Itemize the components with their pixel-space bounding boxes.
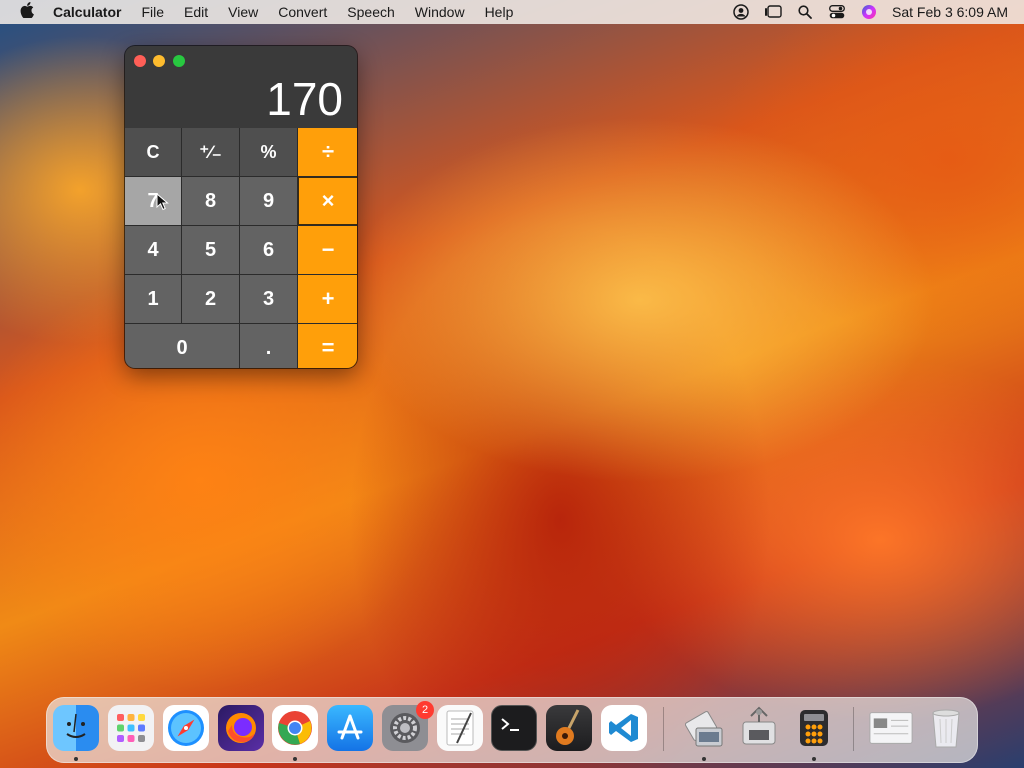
chrome-icon[interactable] <box>272 705 318 751</box>
menu-speech[interactable]: Speech <box>347 4 394 20</box>
digit-7-button[interactable]: 7 <box>125 177 181 225</box>
menu-edit[interactable]: Edit <box>184 4 208 20</box>
clear-button[interactable]: C <box>125 128 181 176</box>
decimal-button[interactable]: . <box>240 324 297 368</box>
firefox-icon[interactable] <box>218 705 264 751</box>
vscode-icon[interactable] <box>601 705 647 751</box>
digit-9-button[interactable]: 9 <box>240 177 297 225</box>
migration-assistant-icon[interactable] <box>681 705 727 751</box>
finder-running-indicator <box>74 757 78 761</box>
menu-clock[interactable]: Sat Feb 3 6:09 AM <box>892 4 1008 20</box>
chrome-running-indicator <box>293 757 297 761</box>
mouse-cursor-icon <box>156 193 169 211</box>
digit-0-button[interactable]: 0 <box>125 324 239 368</box>
migration-assistant-running-indicator <box>702 757 706 761</box>
calculator-running-indicator <box>812 757 816 761</box>
launchpad-icon[interactable] <box>108 705 154 751</box>
dock-separator <box>663 707 664 751</box>
trash-icon[interactable] <box>923 705 969 751</box>
percent-button[interactable]: % <box>240 128 297 176</box>
digit-5-button[interactable]: 5 <box>182 226 239 274</box>
menu-file[interactable]: File <box>141 4 164 20</box>
menu-window[interactable]: Window <box>415 4 465 20</box>
digit-4-button[interactable]: 4 <box>125 226 181 274</box>
textedit-icon[interactable] <box>437 705 483 751</box>
minimize-button[interactable] <box>153 55 165 67</box>
dock-separator <box>853 707 854 751</box>
terminal-icon[interactable] <box>491 705 537 751</box>
apple-menu-icon[interactable] <box>16 2 38 22</box>
dock: 2 <box>46 697 978 763</box>
multiply-button[interactable]: × <box>298 177 357 225</box>
recent-document-icon[interactable] <box>868 705 914 751</box>
notification-badge: 2 <box>416 701 434 719</box>
screen-capture-icon[interactable] <box>736 705 782 751</box>
zoom-button[interactable] <box>173 55 185 67</box>
digit-6-button[interactable]: 6 <box>240 226 297 274</box>
spotlight-search-icon[interactable] <box>796 4 814 20</box>
system-settings-icon[interactable]: 2 <box>382 701 434 751</box>
menu-bar: Calculator File Edit View Convert Speech… <box>0 0 1024 24</box>
user-account-icon[interactable] <box>732 4 750 20</box>
plus-button[interactable]: + <box>298 275 357 323</box>
divide-button[interactable]: ÷ <box>298 128 357 176</box>
title-bar[interactable] <box>125 46 357 74</box>
digit-3-button[interactable]: 3 <box>240 275 297 323</box>
menu-convert[interactable]: Convert <box>278 4 327 20</box>
digit-2-button[interactable]: 2 <box>182 275 239 323</box>
digit-1-button[interactable]: 1 <box>125 275 181 323</box>
equals-button[interactable]: = <box>298 324 357 368</box>
finder-icon[interactable] <box>53 705 99 751</box>
stage-manager-icon[interactable] <box>764 4 782 20</box>
sign-toggle-button[interactable]: ⁺∕₋ <box>182 128 239 176</box>
garageband-icon[interactable] <box>546 705 592 751</box>
menu-view[interactable]: View <box>228 4 258 20</box>
digit-8-button[interactable]: 8 <box>182 177 239 225</box>
calculator-display: 170 <box>125 74 357 128</box>
minus-button[interactable]: − <box>298 226 357 274</box>
calculator-app-icon[interactable] <box>791 705 837 751</box>
menu-help[interactable]: Help <box>485 4 514 20</box>
control-center-icon[interactable] <box>828 4 846 20</box>
keypad: C ⁺∕₋ % ÷ 7 8 9 × 4 5 6 − 1 2 3 + 0 . = <box>125 128 357 368</box>
menu-app-name[interactable]: Calculator <box>53 4 121 20</box>
app-store-icon[interactable] <box>327 705 373 751</box>
close-button[interactable] <box>134 55 146 67</box>
siri-icon[interactable] <box>860 4 878 20</box>
safari-icon[interactable] <box>163 705 209 751</box>
